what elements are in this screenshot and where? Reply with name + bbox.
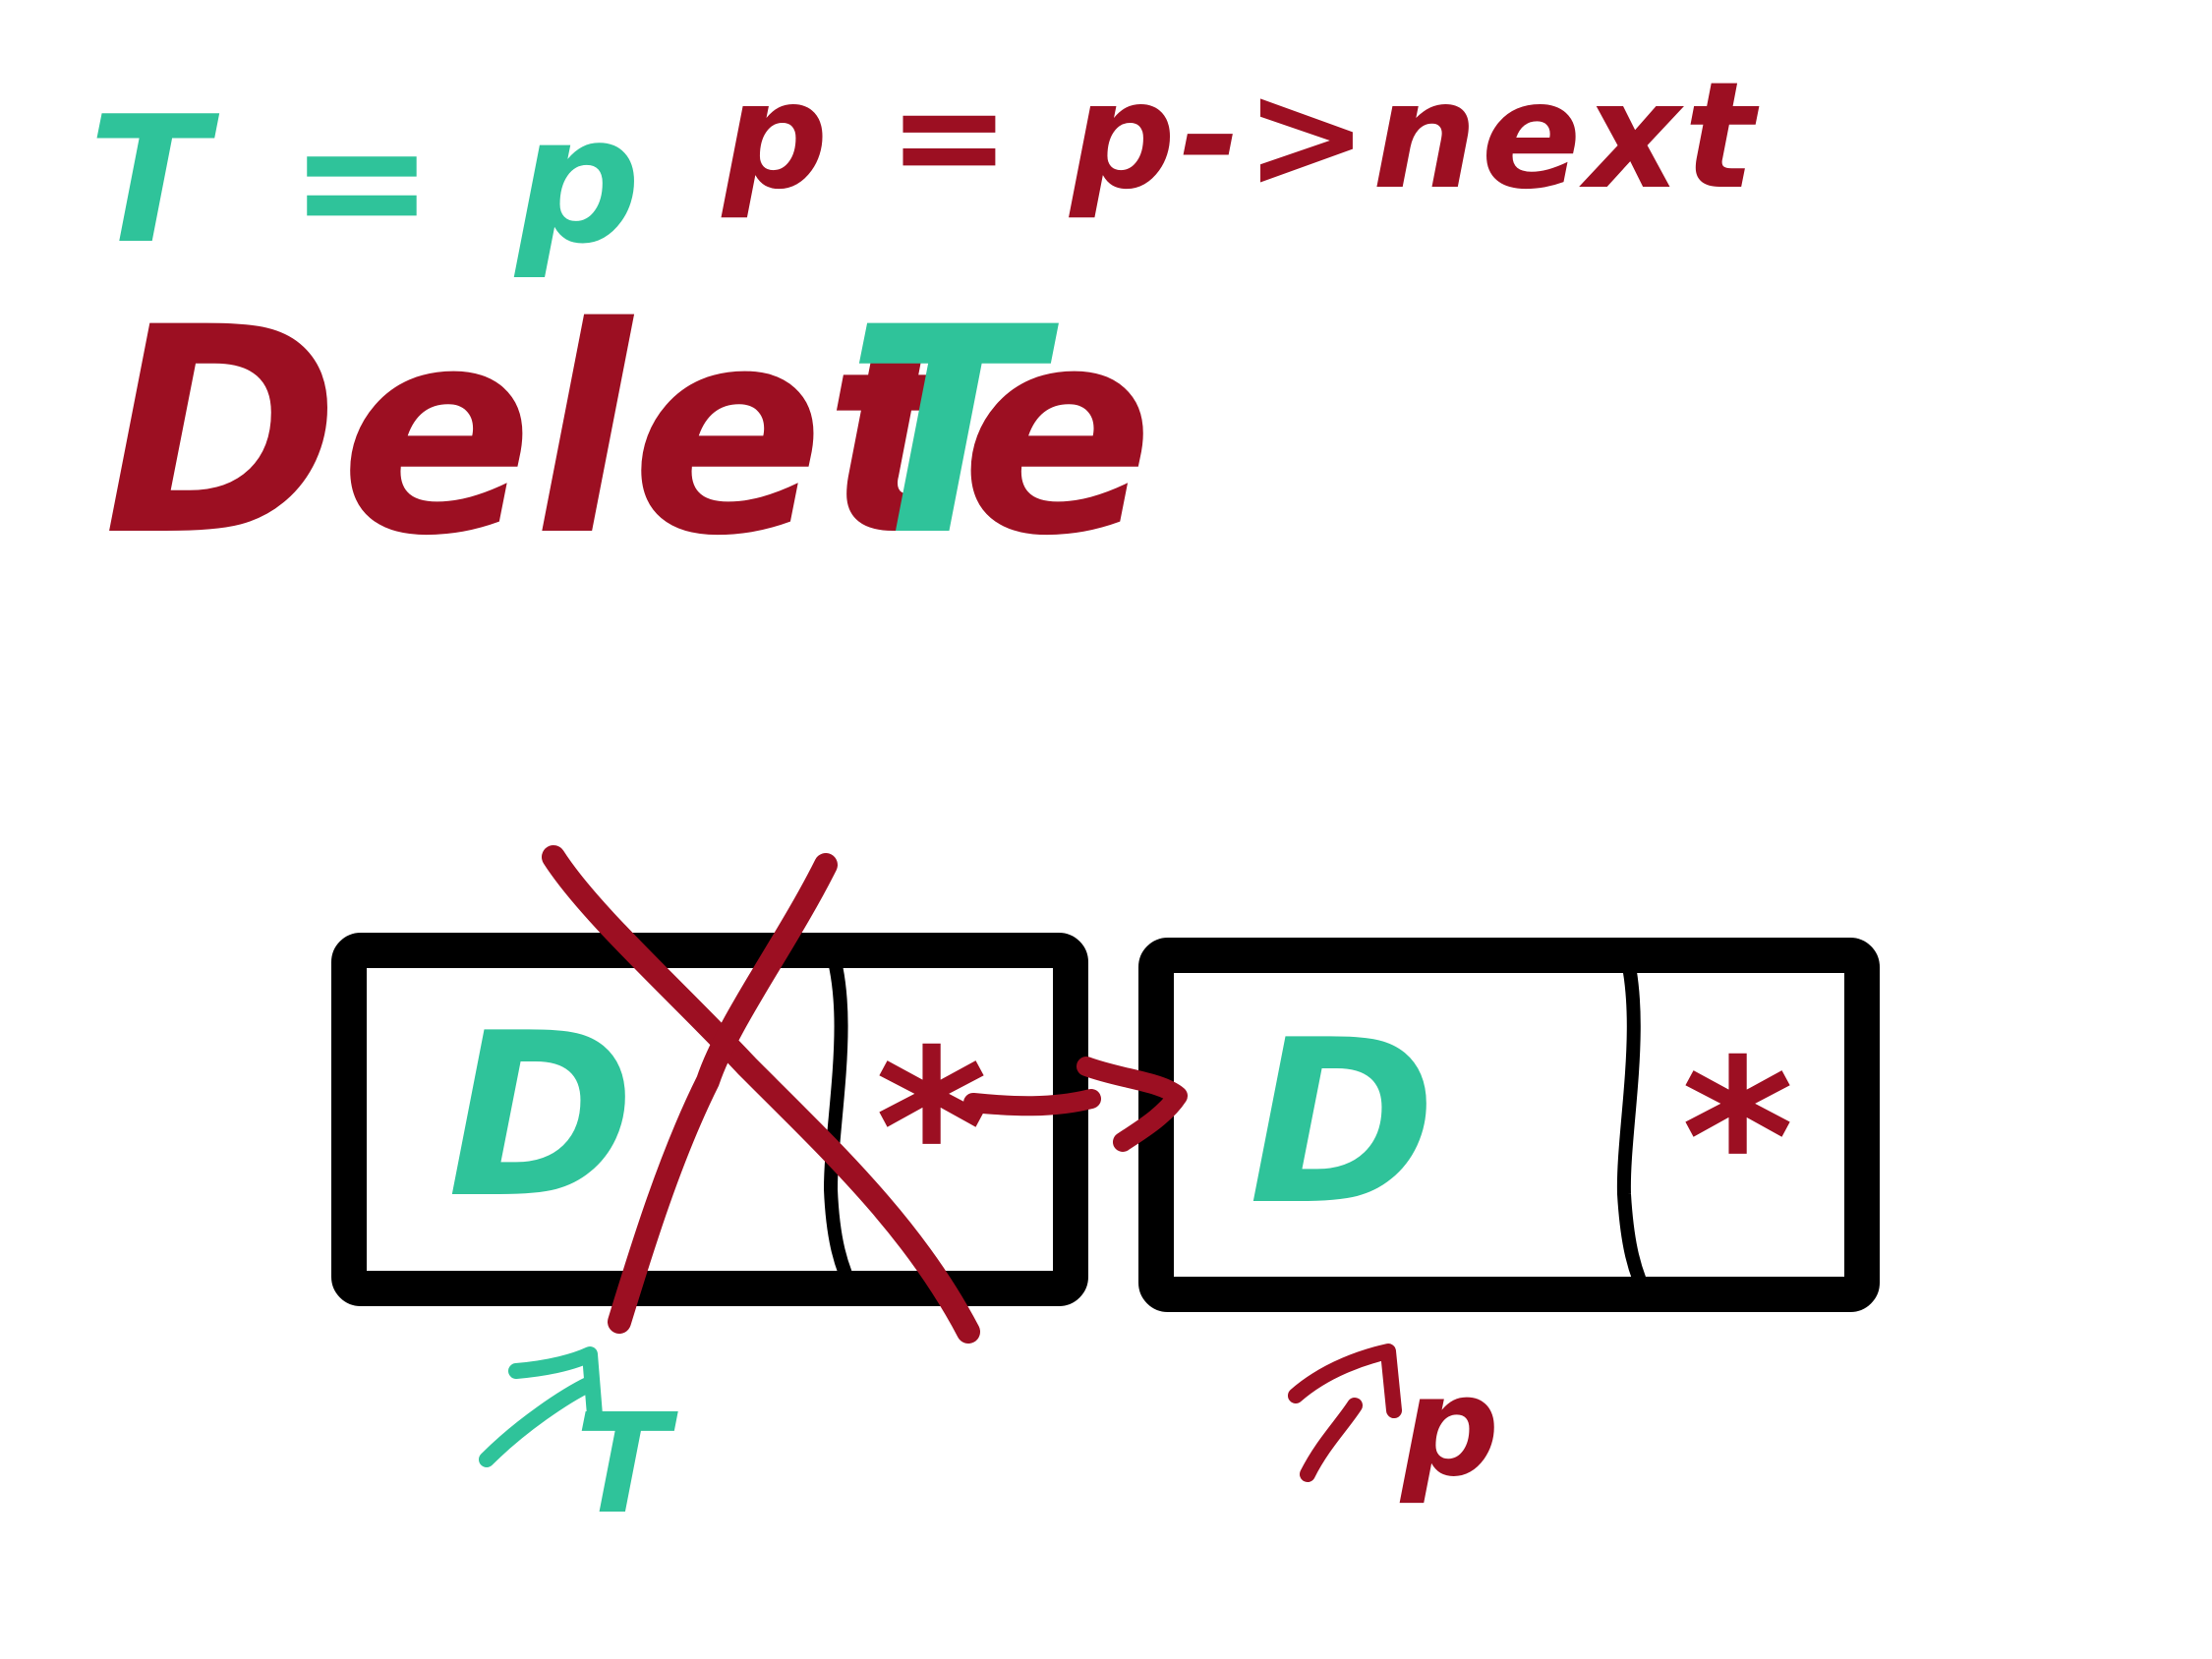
- node-2: D *: [1138, 938, 1880, 1312]
- header-line: T = p p = p->next: [88, 51, 1760, 282]
- node-2-next: *: [1681, 1013, 1794, 1265]
- pointer-p: p: [1288, 1344, 1499, 1508]
- pointer-p-arrow: [1288, 1344, 1402, 1482]
- title: Delete T: [103, 267, 1154, 599]
- whiteboard-canvas: T = p p = p->next Delete T D * D * T p: [88, 51, 1880, 1545]
- assign-t-label: T = p: [88, 79, 651, 282]
- node-2-divider: [1616, 939, 1657, 1309]
- node-1-data: D: [447, 986, 635, 1248]
- node-1-divider: [822, 935, 862, 1302]
- node-1: D *: [331, 933, 1088, 1306]
- pointer-t-label: T: [575, 1385, 678, 1545]
- node-2-data: D: [1249, 993, 1436, 1255]
- pointer-p-label: p: [1399, 1347, 1499, 1508]
- title-target: T: [845, 267, 1060, 599]
- pointer-t: T: [479, 1346, 678, 1545]
- assign-p-label: p = p->next: [721, 51, 1760, 222]
